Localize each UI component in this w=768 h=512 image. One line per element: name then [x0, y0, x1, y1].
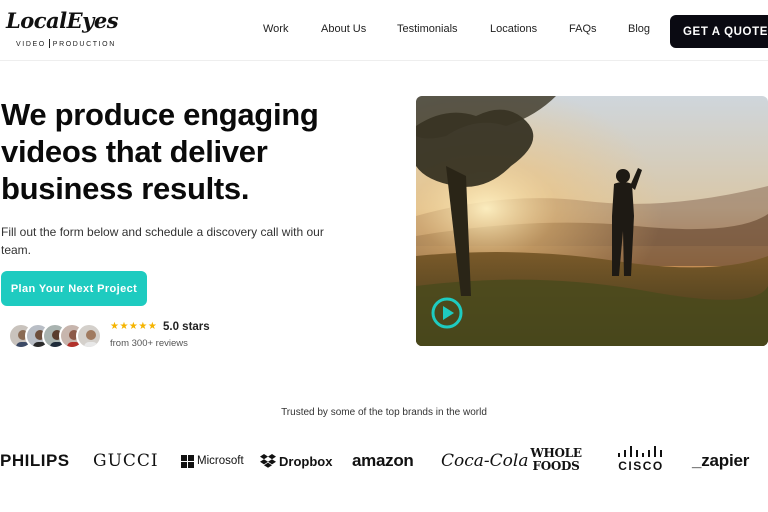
brand-label-microsoft: Microsoft — [197, 455, 244, 467]
brand-logo-whole-foods: WHOLE FOODS — [530, 446, 582, 473]
avatar — [76, 323, 102, 349]
brand-logo-gucci: GUCCI — [93, 451, 159, 471]
nav-item-work[interactable]: Work — [263, 23, 288, 35]
nav-item-testimonials[interactable]: Testimonials — [397, 23, 458, 35]
nav-item-faqs[interactable]: FAQs — [569, 23, 597, 35]
brand-logo-amazon: amazon — [352, 451, 414, 470]
logo-tagline: VIDEO PRODUCTION — [16, 39, 116, 48]
brand-logo-cisco: CISCO — [617, 442, 665, 476]
brand-label-cisco: CISCO — [618, 459, 664, 473]
site-header: LocalEyes VIDEO PRODUCTION Work About Us … — [0, 0, 768, 61]
rating-score: 5.0 stars — [163, 321, 210, 333]
nav-item-about-us[interactable]: About Us — [321, 23, 366, 35]
brand-logo-dropbox: Dropbox — [260, 446, 332, 476]
hero-headline-line-3: business results. — [1, 171, 250, 206]
logo-wordmark: LocalEyes — [6, 8, 119, 33]
brand-label-dropbox: Dropbox — [279, 453, 333, 469]
trusted-brands-heading: Trusted by some of the top brands in the… — [281, 407, 487, 418]
hero-headline-line-2: videos that deliver — [1, 134, 268, 169]
brand-logo-coca-cola: Coca-Cola — [441, 451, 529, 471]
nav-item-blog[interactable]: Blog — [628, 23, 650, 35]
plan-project-button[interactable]: Plan Your Next Project — [1, 271, 147, 306]
site-logo[interactable]: LocalEyes VIDEO PRODUCTION — [6, 8, 119, 52]
brand-logo-microsoft: Microsoft — [181, 446, 244, 476]
cisco-bars-icon — [618, 446, 662, 457]
dropbox-icon — [260, 454, 276, 468]
brand-logo-philips: PHILIPS — [0, 451, 70, 470]
hero-headline: We produce engaging videos that deliver … — [1, 96, 401, 207]
review-count: from 300+ reviews — [110, 338, 188, 349]
rating-stars: ★★★★★ — [110, 321, 158, 332]
get-a-quote-button[interactable]: GET A QUOTE — [670, 15, 768, 48]
hero-video[interactable] — [416, 96, 768, 346]
reviewer-avatars — [8, 323, 102, 351]
hero-subtext: Fill out the form below and schedule a d… — [1, 225, 324, 257]
hero-headline-line-1: We produce engaging — [1, 97, 319, 132]
brand-logo-zapier: _zapier — [692, 451, 750, 470]
microsoft-icon — [181, 454, 194, 468]
nav-item-locations[interactable]: Locations — [490, 23, 537, 35]
